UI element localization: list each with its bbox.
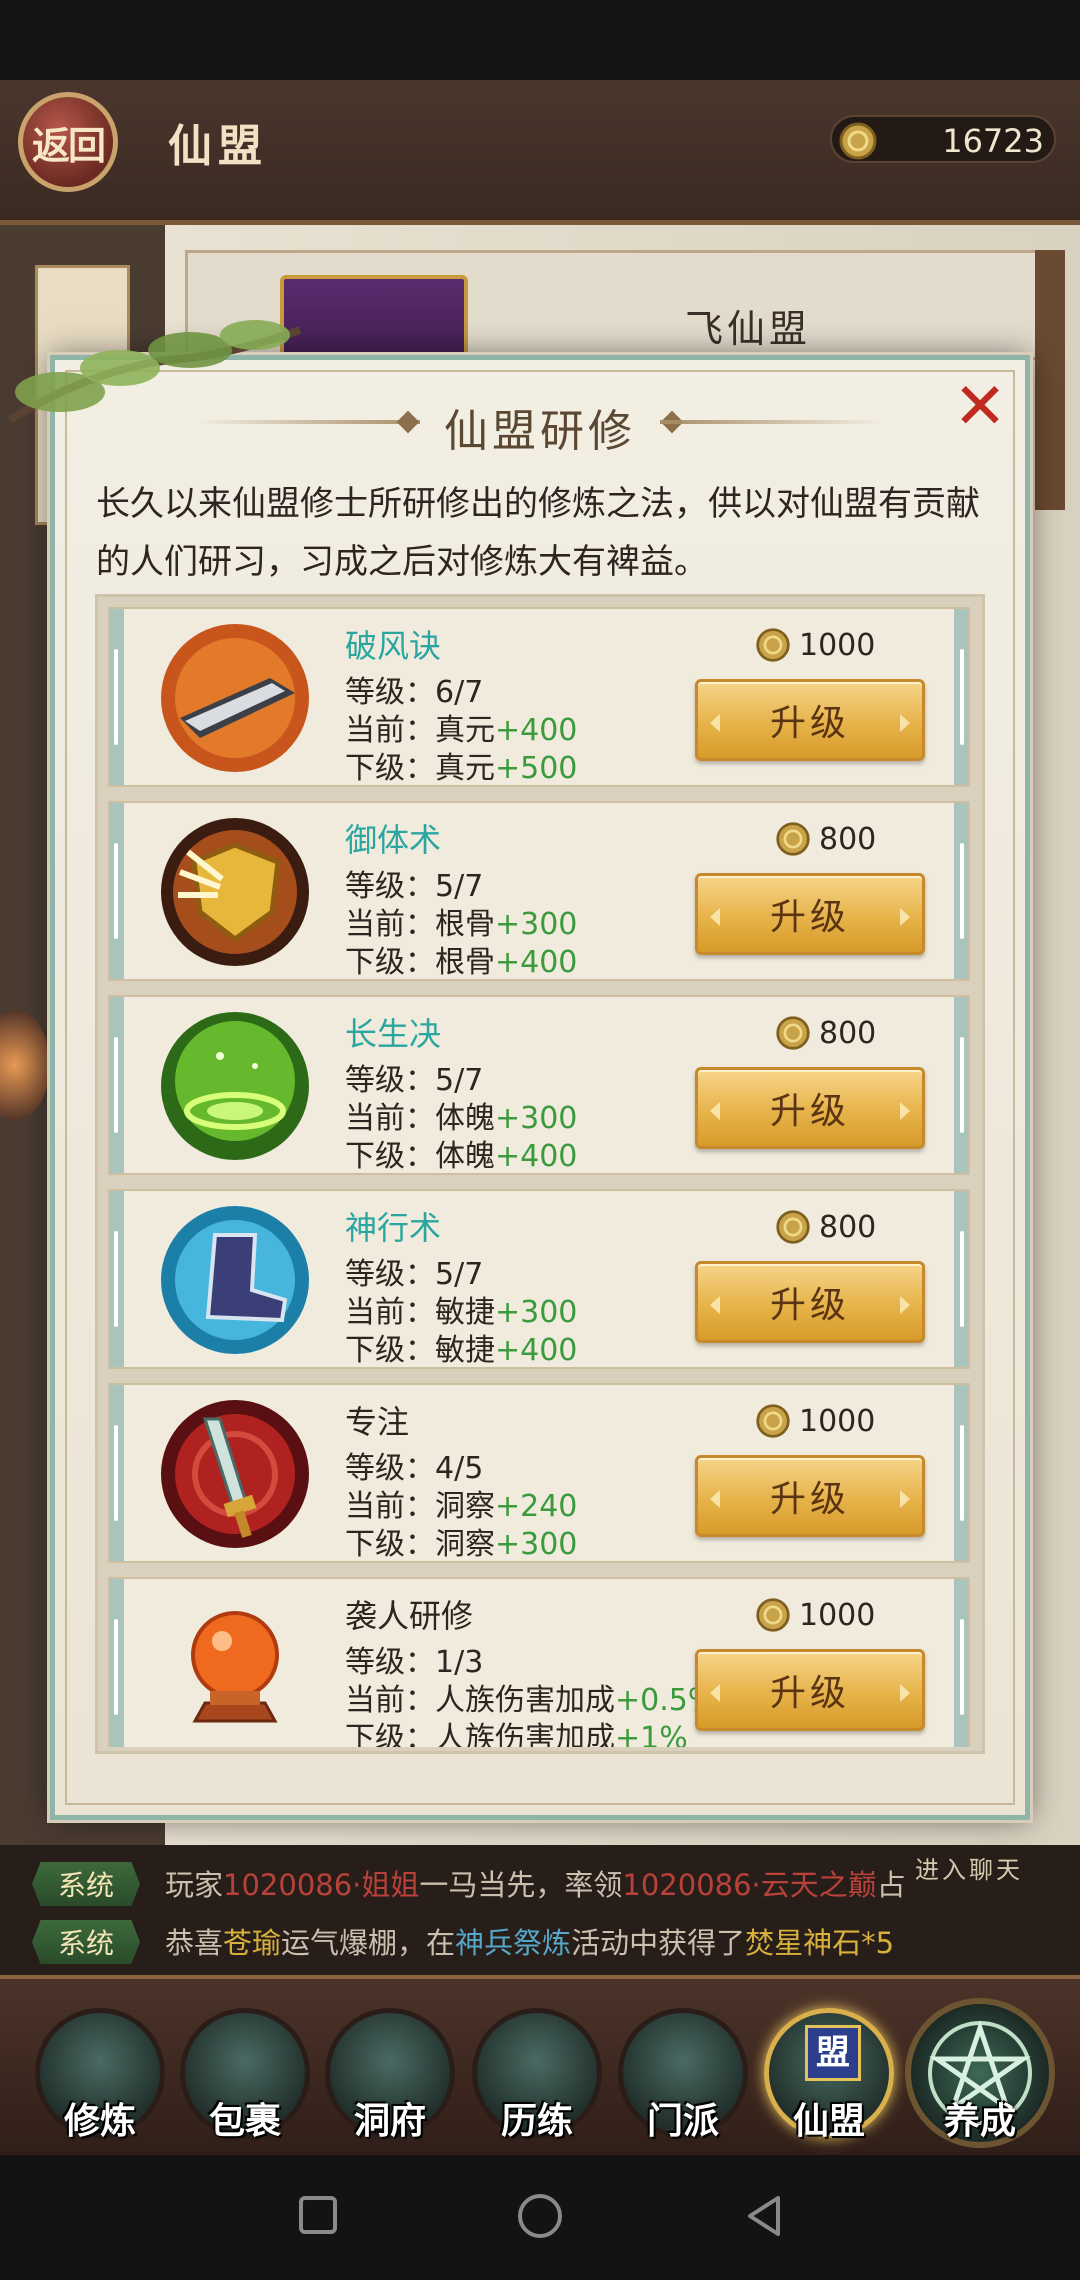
system-tag: 系统 xyxy=(32,1920,140,1964)
skill-name: 长生决 xyxy=(345,1015,442,1053)
nav-label: 包裹 xyxy=(208,2100,281,2142)
coin-icon xyxy=(839,122,877,160)
upgrade-button[interactable]: 升级 xyxy=(695,1261,925,1343)
coin-icon xyxy=(776,1016,810,1050)
back-button[interactable]: 返回 xyxy=(18,92,118,192)
nav-label: 修炼 xyxy=(63,2100,136,2142)
enter-chat-button[interactable]: 进入聊天 xyxy=(915,1850,1023,1885)
row-notch xyxy=(114,1231,118,1327)
skill-row: 袭人研修 等级：1/3 当前：人族伤害加成+0.5% 下级：人族伤害加成+1% … xyxy=(108,1577,970,1747)
system-tag: 系统 xyxy=(32,1862,140,1906)
skill-name: 专注 xyxy=(345,1403,410,1441)
upgrade-button[interactable]: 升级 xyxy=(695,873,925,955)
home-button[interactable] xyxy=(518,2194,562,2238)
sword-icon xyxy=(161,1400,309,1548)
skill-name: 破风诀 xyxy=(345,627,442,665)
row-notch xyxy=(114,1425,118,1521)
nav-label: 历练 xyxy=(500,2100,573,2142)
coin-icon xyxy=(776,1210,810,1244)
close-button[interactable]: ✕ xyxy=(945,372,1015,442)
status-bar xyxy=(0,0,1080,80)
skill-name: 御体术 xyxy=(345,821,442,859)
row-notch xyxy=(960,649,964,745)
upgrade-button[interactable]: 升级 xyxy=(695,1455,925,1537)
skill-next: 下级：洞察+300 xyxy=(345,1527,578,1562)
shield-icon xyxy=(161,818,309,966)
upgrade-button[interactable]: 升级 xyxy=(695,1649,925,1731)
skill-row: 专注 等级：4/5 当前：洞察+240 下级：洞察+300 1000 升级 xyxy=(108,1383,970,1563)
nav-label: 门派 xyxy=(646,2100,719,2142)
page-title: 仙盟 xyxy=(168,121,268,172)
back-nav-button[interactable] xyxy=(744,2194,784,2238)
skill-row: 御体术 等级：5/7 当前：根骨+300 下级：根骨+400 800 升级 xyxy=(108,801,970,981)
skill-name: 神行术 xyxy=(345,1209,442,1247)
row-notch xyxy=(960,1037,964,1133)
skill-list[interactable]: 破风诀 等级：6/7 当前：真元+400 下级：真元+500 1000 升级 御… xyxy=(108,607,970,1747)
recent-apps-button[interactable] xyxy=(299,2196,337,2234)
upgrade-button[interactable]: 升级 xyxy=(695,1067,925,1149)
blade-icon xyxy=(161,624,309,772)
row-notch xyxy=(114,1037,118,1133)
row-notch xyxy=(114,649,118,745)
skill-next: 下级：体魄+400 xyxy=(345,1139,578,1174)
row-notch xyxy=(114,843,118,939)
skill-cost: 1000 xyxy=(755,1403,955,1439)
crystal-ball-icon xyxy=(191,1611,279,1723)
currency-display: 16723 xyxy=(830,115,1056,163)
skill-row: 神行术 等级：5/7 当前：敏捷+300 下级：敏捷+400 800 升级 xyxy=(108,1189,970,1369)
skill-cost: 1000 xyxy=(755,627,955,663)
currency-value: 16723 xyxy=(942,122,1044,160)
row-notch xyxy=(960,1425,964,1521)
chat-message: 玩家1020086·姐姐一马当先，率领1020086·云天之巅占 xyxy=(165,1868,905,1902)
right-scroll-edge xyxy=(1035,250,1065,510)
nav-label: 仙盟 xyxy=(792,2100,865,2142)
coin-icon xyxy=(756,628,790,662)
row-notch xyxy=(114,1619,118,1715)
chat-message: 恭喜苍瑜运气爆棚，在神兵祭炼活动中获得了焚星神石*5 xyxy=(165,1926,895,1960)
skill-name: 袭人研修 xyxy=(345,1597,474,1635)
dialog-description: 长久以来仙盟修士所研修出的修炼之法，供以对仙盟有贡献的人们研习，习成之后对修炼大… xyxy=(96,484,980,582)
row-notch xyxy=(960,1619,964,1715)
nav-label: 养成 xyxy=(943,2100,1016,2142)
green-orb-icon xyxy=(161,1012,309,1160)
skill-cost: 800 xyxy=(775,1015,970,1051)
row-notch xyxy=(960,843,964,939)
skill-cost: 800 xyxy=(775,1209,970,1245)
row-notch xyxy=(960,1231,964,1327)
coin-icon xyxy=(776,822,810,856)
skill-next: 下级：敏捷+400 xyxy=(345,1333,578,1368)
skill-next: 下级：真元+500 xyxy=(345,751,578,786)
skill-next: 下级：人族伤害加成+1% xyxy=(345,1721,688,1747)
skill-next: 下级：根骨+400 xyxy=(345,945,578,980)
skill-cost: 800 xyxy=(775,821,970,857)
boot-icon xyxy=(161,1206,309,1354)
upgrade-button[interactable]: 升级 xyxy=(695,679,925,761)
coin-icon xyxy=(756,1404,790,1438)
alliance-badge-icon: 盟 xyxy=(805,2025,861,2081)
skill-row: 破风诀 等级：6/7 当前：真元+400 下级：真元+500 1000 升级 xyxy=(108,607,970,787)
nav-label: 洞府 xyxy=(353,2100,426,2142)
coin-icon xyxy=(756,1598,790,1632)
alliance-name: 飞仙盟 xyxy=(685,307,812,351)
dialog-title: 仙盟研修 xyxy=(444,406,636,457)
skill-row: 长生决 等级：5/7 当前：体魄+300 下级：体魄+400 800 升级 xyxy=(108,995,970,1175)
skill-cost: 1000 xyxy=(755,1597,955,1633)
